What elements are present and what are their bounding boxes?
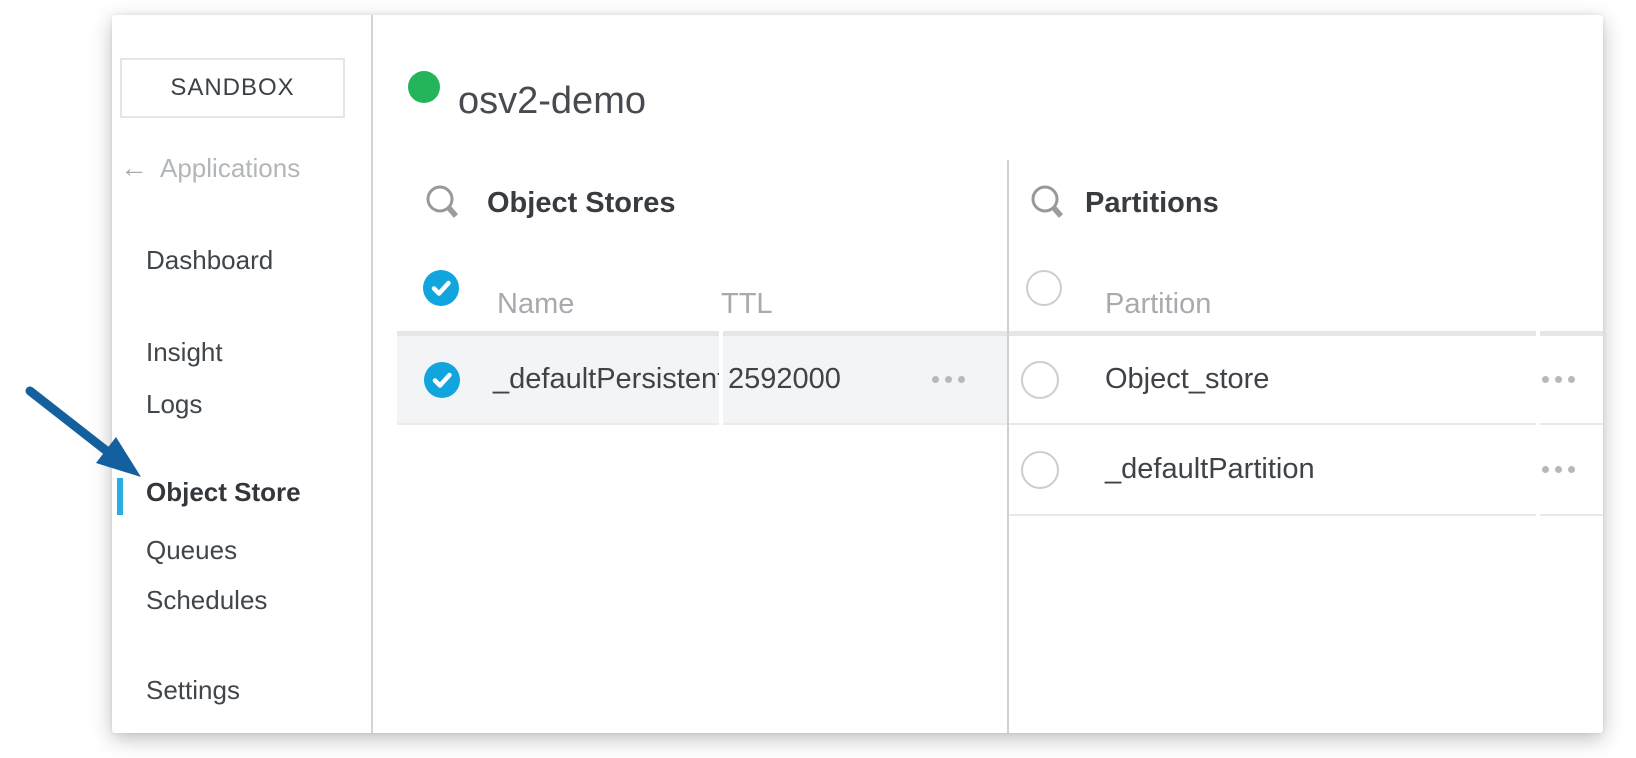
partitions-panel-title: Partitions [1085,186,1219,220]
row-checkbox-unchecked[interactable] [1021,451,1059,489]
back-to-applications-link[interactable]: ← Applications [120,152,300,184]
back-link-label: Applications [160,153,300,184]
column-header-partition: Partition [1105,287,1211,321]
partition-name-cell[interactable]: _defaultPartition [1009,425,1536,516]
partition-actions-cell[interactable] [1540,331,1603,425]
column-header-ttl: TTL [721,287,773,321]
select-all-checkbox-checked[interactable] [423,270,459,306]
partition-row[interactable]: _defaultPartition [1009,425,1603,516]
search-icon[interactable] [1029,184,1067,222]
select-all-checkbox-unchecked[interactable] [1026,270,1062,306]
sidebar-item-settings[interactable]: Settings [146,674,240,706]
sidebar-item-queues[interactable]: Queues [146,534,237,566]
partition-actions-cell[interactable] [1540,425,1603,516]
object-store-ttl-cell[interactable]: 2592000 [723,331,1007,425]
environment-label: SANDBOX [170,74,294,102]
sidebar-item-insight[interactable]: Insight [146,336,223,368]
object-store-row-selected[interactable]: _defaultPersistent 2592000 [397,331,1007,425]
back-arrow-icon: ← [120,152,148,184]
sidebar: SANDBOX ← Applications Dashboard Insight… [112,15,373,733]
more-options-icon[interactable] [932,376,965,383]
object-store-name: _defaultPersistent [493,363,725,396]
sidebar-item-object-store[interactable]: Object Store [146,476,301,508]
app-window: SANDBOX ← Applications Dashboard Insight… [112,15,1603,733]
app-status-icon [408,71,440,103]
environment-selector-button[interactable]: SANDBOX [120,58,345,118]
partition-name-cell[interactable]: Object_store [1009,331,1536,425]
partition-row[interactable]: Object_store [1009,331,1603,425]
object-store-name-cell[interactable]: _defaultPersistent [397,331,719,425]
column-header-name: Name [497,287,574,321]
row-checkbox-unchecked[interactable] [1021,361,1059,399]
partition-name: _defaultPartition [1105,453,1315,486]
active-item-indicator [117,478,123,515]
object-store-ttl: 2592000 [728,363,841,396]
partition-name: Object_store [1105,363,1269,396]
more-options-icon[interactable] [1542,466,1575,473]
search-icon[interactable] [424,184,462,222]
page-title: osv2-demo [458,79,646,123]
row-checkbox-checked[interactable] [424,362,460,398]
more-options-icon[interactable] [1542,376,1575,383]
sidebar-item-schedules[interactable]: Schedules [146,584,267,616]
sidebar-item-logs[interactable]: Logs [146,388,202,420]
sidebar-item-dashboard[interactable]: Dashboard [146,244,273,276]
object-stores-panel-title: Object Stores [487,186,676,220]
